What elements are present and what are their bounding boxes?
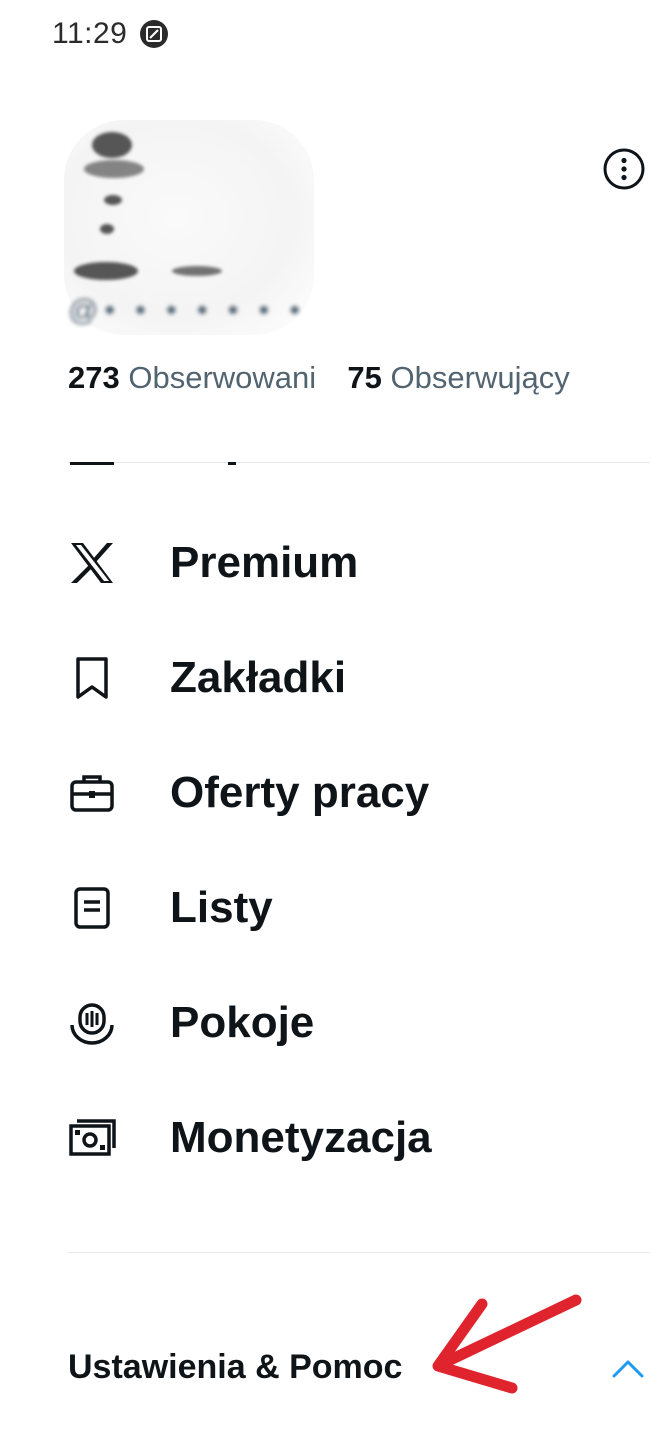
menu-item-premium[interactable]: Premium (0, 505, 670, 620)
menu-item-spaces[interactable]: Pokoje (0, 965, 670, 1080)
menu-item-monetization[interactable]: Monetyzacja (0, 1080, 670, 1195)
status-time: 11:29 (52, 17, 128, 50)
menu-label-premium: Premium (170, 537, 359, 587)
briefcase-icon (68, 769, 116, 817)
more-options-icon[interactable] (602, 147, 646, 191)
money-icon (68, 1114, 116, 1162)
spaces-icon (68, 999, 116, 1047)
x-logo-icon (68, 539, 116, 587)
settings-help-toggle[interactable]: Ustawienia & Pomoc (0, 1320, 670, 1415)
menu-label-bookmarks: Zakładki (170, 652, 347, 702)
menu-item-jobs[interactable]: Oferty pracy (0, 735, 670, 850)
following-link[interactable]: 273 Obserwowani (68, 360, 325, 395)
menu-label-jobs: Oferty pracy (170, 767, 430, 817)
menu-item-bookmarks[interactable]: Zakładki (0, 620, 670, 735)
menu-label-monetization: Monetyzacja (170, 1112, 432, 1162)
followers-label: Obserwujący (390, 360, 570, 395)
menu-label-lists: Listy (170, 882, 273, 932)
chevron-up-icon (612, 1360, 644, 1378)
following-label: Obserwowani (128, 360, 317, 395)
clipped-menu-item (68, 462, 368, 468)
list-icon (68, 884, 116, 932)
settings-help-label: Ustawienia & Pomoc (68, 1348, 403, 1386)
bookmark-icon (68, 654, 116, 702)
follow-stats: 273 Obserwowani 75 Obserwujący (68, 360, 570, 396)
screenshot-icon (140, 20, 169, 48)
menu-label-spaces: Pokoje (170, 997, 315, 1047)
divider (68, 1252, 650, 1253)
following-count: 273 (68, 360, 120, 395)
profile-handle: @• • • • • • • (68, 294, 306, 327)
menu-item-lists[interactable]: Listy (0, 850, 670, 965)
drawer-menu: Premium Zakładki Oferty pracy Listy Poko… (0, 505, 670, 1195)
status-bar: 11:29 (52, 14, 169, 54)
followers-count: 75 (347, 360, 382, 395)
followers-link[interactable]: 75 Obserwujący (347, 360, 569, 395)
